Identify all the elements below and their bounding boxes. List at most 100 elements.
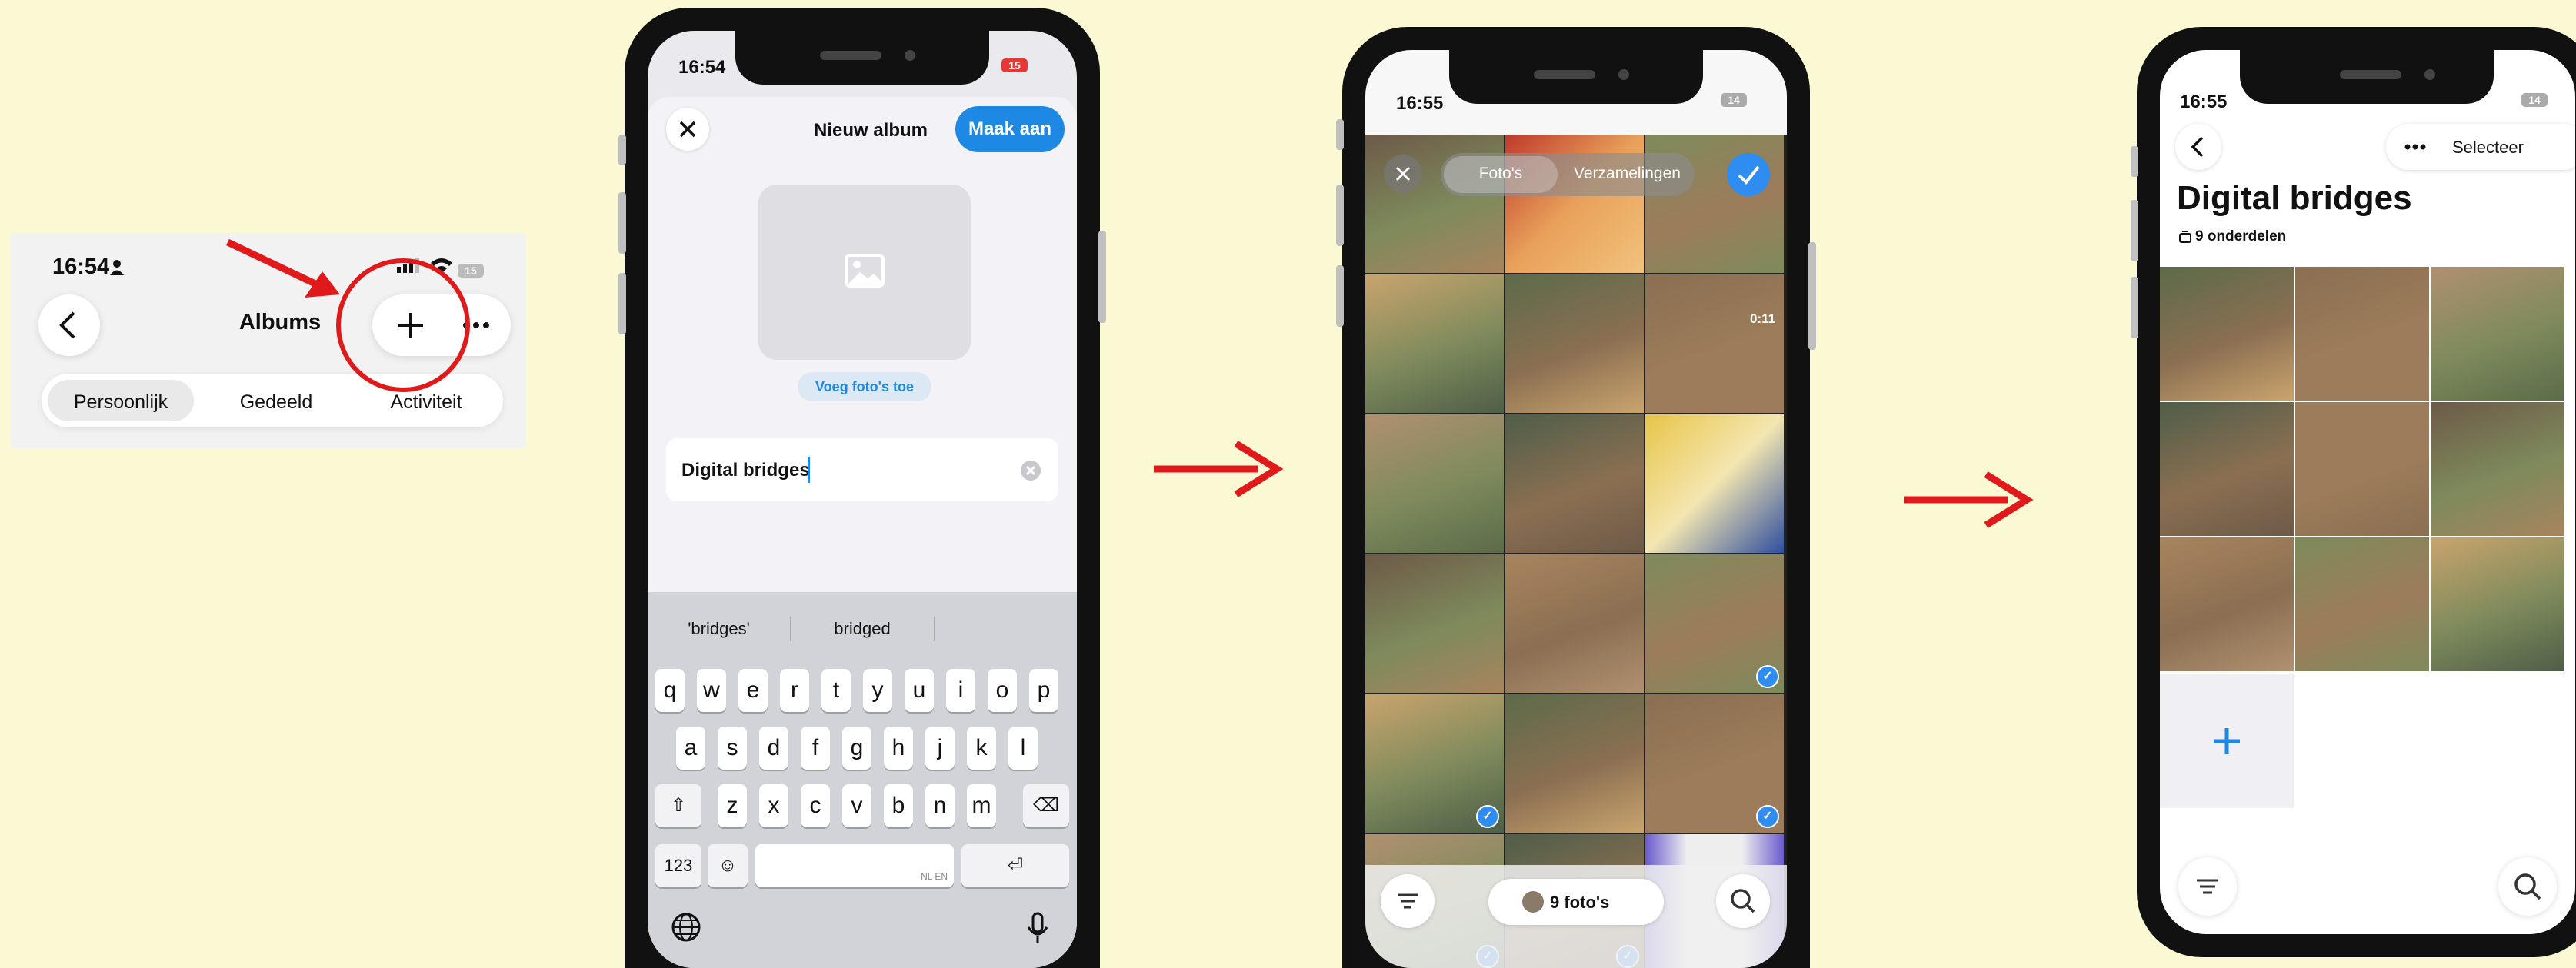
key-keys_row14[interactable]: t: [821, 669, 851, 712]
key-keys_row11[interactable]: w: [697, 669, 726, 712]
key-keys_row15[interactable]: y: [863, 669, 892, 712]
key-keys_row16[interactable]: u: [905, 669, 934, 712]
photo-tile[interactable]: ✓: [1365, 694, 1504, 833]
confirm-button[interactable]: [1727, 153, 1770, 196]
close-icon: [1395, 166, 1411, 181]
photo-tile[interactable]: ✓: [1645, 694, 1784, 833]
phone-photo-picker: 16:55 14 ✓✓✓✓✓ Foto's Verzamelingen 0:11…: [1336, 27, 1816, 968]
search-icon: [1731, 889, 1755, 913]
album-photo-tile[interactable]: [2160, 537, 2294, 671]
key-keys_row32[interactable]: c: [801, 784, 830, 827]
key-keys_row23[interactable]: f: [801, 727, 830, 770]
album-photo-tile[interactable]: [2431, 537, 2564, 671]
key-keys_row21[interactable]: s: [718, 727, 747, 770]
key-keys_row33[interactable]: v: [842, 784, 871, 827]
cancel-button[interactable]: [1384, 155, 1422, 193]
more-icon[interactable]: [2392, 124, 2438, 170]
photo-tile[interactable]: ✓: [1645, 554, 1784, 693]
tab-collections[interactable]: Verzamelingen: [1564, 165, 1691, 183]
photo-placeholder-icon: [845, 254, 885, 288]
selection-pill[interactable]: 9 foto's: [1488, 879, 1664, 925]
key-keys_row22[interactable]: d: [759, 727, 788, 770]
album-cover-placeholder[interactable]: [758, 185, 971, 360]
select-button[interactable]: Selecteer: [2452, 138, 2524, 158]
status-icons: 15: [1001, 58, 1028, 73]
shift-key[interactable]: ⇧: [655, 784, 701, 827]
key-keys_row26[interactable]: j: [925, 727, 955, 770]
album-photo-tile[interactable]: [2431, 267, 2564, 401]
add-photo-tile[interactable]: [2160, 674, 2294, 808]
annotation-overlay: [226, 238, 470, 392]
return-key[interactable]: ⏎: [961, 844, 1069, 887]
key-keys_row27[interactable]: k: [967, 727, 996, 770]
album-name-field[interactable]: Digital bridges: [666, 438, 1058, 501]
annotation-arrow-line: [226, 238, 320, 289]
video-duration: 0:11: [1750, 311, 1776, 326]
text-cursor: [808, 457, 810, 483]
add-photos-button[interactable]: Voeg foto's toe: [798, 372, 931, 401]
key-keys_row20[interactable]: a: [676, 727, 705, 770]
key-keys_row35[interactable]: n: [925, 784, 955, 827]
source-tabs: Foto's Verzamelingen: [1441, 153, 1695, 196]
selected-check-icon: ✓: [1756, 665, 1779, 688]
key-keys_row25[interactable]: h: [884, 727, 913, 770]
search-button[interactable]: [2498, 857, 2557, 916]
back-button[interactable]: [2175, 124, 2221, 170]
key-keys_row24[interactable]: g: [842, 727, 871, 770]
photo-tile[interactable]: [1365, 554, 1504, 693]
key-keys_row36[interactable]: m: [967, 784, 996, 827]
key-keys_row28[interactable]: l: [1008, 727, 1038, 770]
globe-icon[interactable]: [671, 912, 701, 943]
photo-grid: ✓✓✓✓✓: [1365, 135, 1787, 968]
key-keys_row17[interactable]: i: [946, 669, 975, 712]
selection-count: 9 foto's: [1550, 893, 1610, 912]
backspace-key[interactable]: ⌫: [1023, 784, 1069, 827]
suggestion-2[interactable]: bridged: [791, 619, 934, 639]
filter-button[interactable]: [1381, 874, 1435, 928]
key-keys_row34[interactable]: b: [884, 784, 913, 827]
album-photo-grid: [2160, 267, 2575, 671]
numbers-key[interactable]: 123: [655, 844, 701, 887]
tab-photos[interactable]: Foto's: [1444, 165, 1558, 183]
photo-tile[interactable]: [1365, 414, 1504, 553]
photo-tile[interactable]: [1645, 274, 1784, 413]
photo-tile[interactable]: [1505, 554, 1644, 693]
album-photo-tile[interactable]: [2295, 402, 2429, 536]
photo-tile[interactable]: [1645, 414, 1784, 553]
album-photo-tile[interactable]: [2431, 402, 2564, 536]
album-photo-tile[interactable]: [2295, 267, 2429, 401]
flow-arrow-1: [1154, 441, 1284, 497]
key-keys_row31[interactable]: x: [759, 784, 788, 827]
search-icon: [2514, 873, 2541, 900]
create-button[interactable]: Maak aan: [955, 106, 1065, 152]
space-key[interactable]: NL EN: [755, 844, 954, 887]
key-keys_row19[interactable]: p: [1029, 669, 1058, 712]
photo-tile[interactable]: [1365, 274, 1504, 413]
key-keys_row18[interactable]: o: [988, 669, 1017, 712]
suggestion-1[interactable]: 'bridges': [648, 619, 790, 639]
emoji-key[interactable]: ☺: [708, 844, 748, 887]
filter-icon: [2197, 879, 2218, 894]
key-keys_row10[interactable]: q: [655, 669, 685, 712]
album-photo-tile[interactable]: [2160, 267, 2294, 401]
clear-text-icon[interactable]: [1020, 460, 1041, 481]
key-keys_row12[interactable]: e: [738, 669, 768, 712]
album-photo-tile[interactable]: [2295, 537, 2429, 671]
filter-button[interactable]: [2178, 857, 2237, 916]
search-button[interactable]: [1716, 874, 1770, 928]
photo-tile[interactable]: [1505, 414, 1644, 553]
phone-new-album: 16:54 15 Nieuw album Maak aan Voeg foto'…: [618, 8, 1106, 968]
album-photo-tile[interactable]: [2160, 402, 2294, 536]
stack-icon: [2179, 231, 2191, 243]
key-keys_row13[interactable]: r: [780, 669, 809, 712]
close-icon: [679, 121, 696, 138]
photo-tile[interactable]: [1505, 274, 1644, 413]
sheet-title: Nieuw album: [813, 120, 928, 141]
microphone-icon[interactable]: [1026, 912, 1049, 944]
close-button[interactable]: [666, 108, 709, 151]
battery-badge: 15: [1001, 58, 1028, 72]
status-icons: 14: [2521, 93, 2548, 108]
toolbar-group: Selecteer: [2386, 124, 2575, 170]
key-keys_row30[interactable]: z: [718, 784, 747, 827]
photo-tile[interactable]: [1505, 694, 1644, 833]
